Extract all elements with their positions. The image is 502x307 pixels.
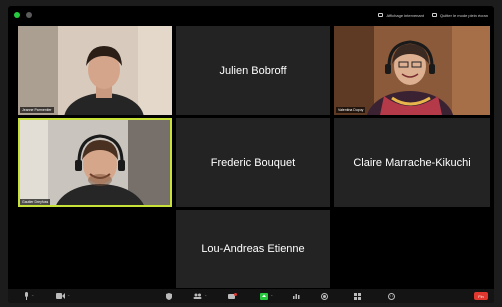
video-camera-icon: [56, 293, 65, 299]
participant-name-caption: Valentina Dupuy: [336, 107, 366, 113]
polls-button[interactable]: [293, 292, 300, 300]
mute-button[interactable]: ⌃: [24, 292, 34, 300]
chevron-up-icon[interactable]: ⌃: [31, 294, 34, 299]
end-meeting-button[interactable]: Fin: [474, 292, 488, 300]
participant-video: [18, 26, 172, 115]
exit-fullscreen-label: Quitter le mode plein écran: [439, 12, 488, 18]
speaker-view-button[interactable]: Affichage intervenant: [378, 13, 424, 18]
security-shield-icon[interactable]: [14, 12, 20, 18]
meeting-toolbar: ⌃ ⌃ ⌃ ⌃ Fin: [8, 289, 494, 303]
participants-icon: [193, 293, 202, 299]
participant-video: [334, 26, 490, 115]
top-bar: Affichage intervenant Quitter le mode pl…: [8, 6, 494, 24]
active-speaker-video-tile[interactable]: Gautier Dreyfuss: [18, 118, 172, 207]
microphone-icon: [25, 292, 28, 300]
participant-name: Frederic Bouquet: [210, 156, 296, 169]
participant-video: [18, 118, 172, 207]
participant-video-tile[interactable]: Valentina Dupuy: [334, 26, 490, 115]
security-button[interactable]: [166, 292, 172, 300]
grid-icon: [354, 292, 361, 300]
exit-fullscreen-button[interactable]: Quitter le mode plein écran: [431, 12, 488, 18]
participant-name: Lou-Andreas Etienne: [201, 243, 305, 255]
reactions-button[interactable]: [388, 292, 395, 300]
participant-name: Julien Bobroff: [219, 64, 287, 77]
chevron-up-icon[interactable]: ⌃: [67, 294, 70, 299]
speaker-view-label: Affichage intervenant: [386, 12, 424, 18]
video-button[interactable]: ⌃: [56, 292, 70, 300]
bar-chart-icon: [293, 294, 300, 299]
reaction-icon: [388, 292, 395, 300]
chat-button[interactable]: [228, 292, 237, 300]
participant-name-caption: Gautier Dreyfuss: [20, 199, 51, 205]
participant-video-tile[interactable]: Jeanne Parmentier: [18, 26, 172, 115]
participant-name-tile[interactable]: Julien Bobroff: [176, 26, 330, 115]
shield-icon: [166, 292, 172, 300]
participant-name-caption: Jeanne Parmentier: [20, 107, 54, 113]
participant-name-tile[interactable]: Frederic Bouquet: [176, 118, 330, 207]
grid-view-icon: [378, 13, 384, 17]
record-icon: [321, 292, 328, 300]
exit-fullscreen-icon: [431, 13, 437, 17]
participant-name-tile[interactable]: Claire Marrache-Kikuchi: [334, 118, 490, 207]
chevron-up-icon[interactable]: ⌃: [270, 294, 273, 299]
share-screen-icon: [260, 292, 268, 300]
participants-button[interactable]: ⌃: [193, 292, 207, 300]
record-button[interactable]: [321, 292, 328, 300]
zoom-window: Affichage intervenant Quitter le mode pl…: [8, 6, 494, 303]
participant-name: Claire Marrache-Kikuchi: [353, 156, 471, 169]
meeting-info-icon[interactable]: [26, 12, 32, 18]
chat-bubble-icon: [228, 292, 237, 299]
participant-name-tile[interactable]: Lou-Andreas Etienne: [176, 210, 330, 288]
chevron-up-icon[interactable]: ⌃: [204, 294, 207, 299]
breakout-rooms-button[interactable]: [354, 292, 361, 300]
share-screen-button[interactable]: ⌃: [260, 292, 273, 300]
